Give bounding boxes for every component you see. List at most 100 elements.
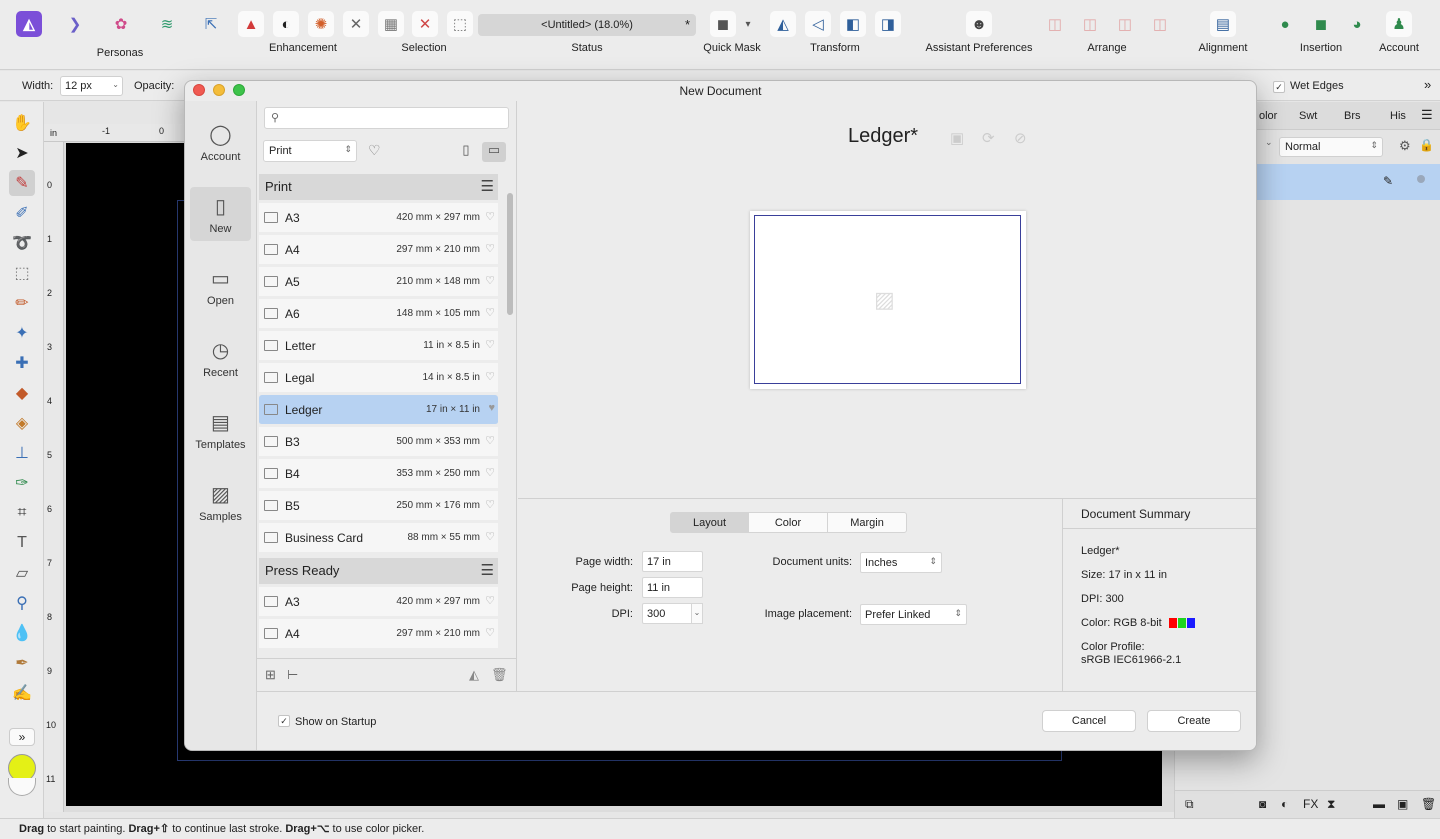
favorite-heart-icon[interactable]: ♡ bbox=[485, 210, 495, 223]
rotate-left-icon[interactable]: ◧ bbox=[840, 11, 866, 37]
marquee-icon[interactable]: ⬚ bbox=[447, 11, 473, 37]
blur-tool-icon[interactable]: 💧 bbox=[9, 620, 35, 646]
favorite-heart-icon[interactable]: ♡ bbox=[485, 370, 495, 383]
favorite-heart-icon[interactable]: ♥ bbox=[488, 402, 495, 414]
preset-row[interactable]: A4 297 mm × 210 mm ♡ bbox=[259, 235, 498, 265]
flip-horizontal-icon[interactable]: ◭ bbox=[770, 11, 796, 37]
reset-preset-icon[interactable]: ⊘ bbox=[1014, 129, 1027, 147]
account-icon[interactable]: ♟ bbox=[1386, 11, 1412, 37]
favorite-heart-icon[interactable]: ♡ bbox=[485, 274, 495, 287]
rotate-right-icon[interactable]: ◨ bbox=[875, 11, 901, 37]
preset-row[interactable]: B5 250 mm × 176 mm ♡ bbox=[259, 491, 498, 521]
lasso-tool-icon[interactable]: ➰ bbox=[9, 230, 35, 256]
expand-tools-icon[interactable]: » bbox=[9, 728, 35, 746]
selection-brush-tool-icon[interactable]: ✏ bbox=[9, 290, 35, 316]
show-on-startup-checkbox[interactable]: ✓ bbox=[278, 715, 290, 727]
crop-tool-icon[interactable]: ⌗ bbox=[9, 500, 35, 526]
paint-brush-tool-icon[interactable]: ✎ bbox=[9, 170, 35, 196]
favorites-heart-icon[interactable]: ♡ bbox=[368, 142, 381, 159]
document-status[interactable]: <Untitled> (18.0%) * bbox=[478, 14, 696, 36]
zoom-window-icon[interactable] bbox=[233, 84, 245, 96]
white-balance-icon[interactable]: ◐ bbox=[273, 11, 299, 37]
tab-margin[interactable]: Margin bbox=[827, 512, 907, 533]
page-width-field[interactable]: 17 in bbox=[642, 551, 703, 572]
dpi-field[interactable]: 300 ⌄ bbox=[642, 603, 703, 624]
add-category-icon[interactable]: ⊢ bbox=[287, 667, 298, 683]
panel-menu-icon[interactable]: ☰ bbox=[1421, 107, 1433, 123]
nav-account[interactable]: ◯ Account bbox=[190, 115, 251, 169]
assistant-icon[interactable]: ☻ bbox=[966, 11, 992, 37]
more-options-icon[interactable]: » bbox=[1424, 77, 1431, 92]
hand-tool-icon[interactable]: ✋ bbox=[9, 110, 35, 136]
gear-icon[interactable]: ⚙ bbox=[1399, 138, 1411, 154]
edit-preset-icon[interactable]: ◭ bbox=[469, 667, 479, 683]
flood-select-tool-icon[interactable]: ✦ bbox=[9, 320, 35, 346]
group-menu-icon[interactable]: ☰ bbox=[481, 561, 494, 579]
preset-row[interactable]: A3 420 mm × 297 mm ♡ bbox=[259, 203, 498, 233]
category-select[interactable]: Print ⇕ bbox=[263, 140, 357, 162]
move-tool-icon[interactable]: ➤ bbox=[9, 140, 35, 166]
image-placement-select[interactable]: Prefer Linked ⇕ bbox=[860, 604, 967, 625]
marquee-tool-icon[interactable]: ⬚ bbox=[9, 260, 35, 286]
favorite-heart-icon[interactable]: ♡ bbox=[485, 338, 495, 351]
favorite-heart-icon[interactable]: ♡ bbox=[485, 498, 495, 511]
arrange-front-icon[interactable]: ◫ bbox=[1147, 11, 1173, 37]
levels-icon[interactable]: ▲ bbox=[238, 11, 264, 37]
preset-row[interactable]: B4 353 mm × 250 mm ♡ bbox=[259, 459, 498, 489]
wet-edges-checkbox[interactable]: ✓ bbox=[1273, 81, 1285, 93]
invert-selection-icon[interactable]: ✕ bbox=[412, 11, 438, 37]
preset-row[interactable]: Letter 11 in × 8.5 in ♡ bbox=[259, 331, 498, 361]
mask-layer-icon[interactable]: ◙ bbox=[1259, 797, 1266, 811]
tab-color[interactable]: Color bbox=[748, 512, 828, 533]
portrait-orientation-icon[interactable]: ▯ bbox=[455, 142, 477, 162]
close-window-icon[interactable] bbox=[193, 84, 205, 96]
update-preset-icon[interactable]: ⟳ bbox=[982, 129, 995, 147]
healing-brush-tool-icon[interactable]: ✚ bbox=[9, 350, 35, 376]
live-filter-icon[interactable]: ⧗ bbox=[1327, 797, 1335, 812]
insert-top-icon[interactable]: ◼ bbox=[1308, 11, 1334, 37]
width-field[interactable]: 12 px ⌄ bbox=[60, 76, 123, 96]
text-tool-icon[interactable]: T bbox=[9, 530, 35, 556]
nav-templates[interactable]: ▤ Templates bbox=[190, 403, 251, 457]
flip-vertical-icon[interactable]: ◁ bbox=[805, 11, 831, 37]
alignment-icon[interactable]: ▤ bbox=[1210, 11, 1236, 37]
dpi-dropdown-icon[interactable]: ⌄ bbox=[691, 603, 703, 624]
preset-row-selected[interactable]: Ledger 17 in × 11 in ♥ bbox=[259, 395, 498, 425]
tab-swatches[interactable]: Swt bbox=[1299, 110, 1317, 122]
lock-icon[interactable]: 🔒 bbox=[1419, 138, 1434, 152]
nav-samples[interactable]: ▨ Samples bbox=[190, 475, 251, 529]
document-units-select[interactable]: Inches ⇕ bbox=[860, 552, 942, 573]
insert-behind-icon[interactable]: ● bbox=[1272, 11, 1298, 37]
color-brush-tool-icon[interactable]: ✑ bbox=[9, 470, 35, 496]
insert-inside-icon[interactable]: ◕ bbox=[1344, 11, 1370, 37]
add-pixel-layer-icon[interactable]: ▣ bbox=[1397, 797, 1408, 811]
tone-mapping-persona-icon[interactable]: ≋ bbox=[154, 11, 180, 37]
erase-brush-tool-icon[interactable]: ✐ bbox=[9, 200, 35, 226]
preset-row[interactable]: Business Card 88 mm × 55 mm ♡ bbox=[259, 523, 498, 553]
preset-row[interactable]: A4 297 mm × 210 mm ♡ bbox=[259, 619, 498, 649]
quick-mask-icon[interactable]: ◼ bbox=[710, 11, 736, 37]
photo-persona-icon[interactable]: ◭ bbox=[16, 11, 42, 37]
clone-tool-icon[interactable]: ◈ bbox=[9, 410, 35, 436]
opacity-dropdown-icon[interactable]: ⌄ bbox=[1265, 137, 1277, 157]
develop-persona-icon[interactable]: ✿ bbox=[108, 11, 134, 37]
preset-row[interactable]: A3 420 mm × 297 mm ♡ bbox=[259, 587, 498, 617]
tab-history[interactable]: His bbox=[1390, 110, 1406, 122]
minimize-window-icon[interactable] bbox=[213, 84, 225, 96]
nav-open[interactable]: ▭ Open bbox=[190, 259, 251, 313]
tab-color[interactable]: olor bbox=[1259, 110, 1277, 122]
export-persona-icon[interactable]: ⇱ bbox=[198, 11, 224, 37]
delete-layer-icon[interactable]: 🗑 bbox=[1421, 797, 1436, 811]
favorite-heart-icon[interactable]: ♡ bbox=[485, 306, 495, 319]
liquify-persona-icon[interactable]: ❯ bbox=[62, 11, 88, 37]
layers-options-icon[interactable]: ⧉ bbox=[1185, 797, 1194, 812]
color-picker-tool-icon[interactable]: ✒ bbox=[9, 650, 35, 676]
group-menu-icon[interactable]: ☰ bbox=[481, 177, 494, 195]
fill-tool-icon[interactable]: ◆ bbox=[9, 380, 35, 406]
create-button[interactable]: Create bbox=[1147, 710, 1241, 732]
preset-row[interactable]: A6 148 mm × 105 mm ♡ bbox=[259, 299, 498, 329]
fx-icon[interactable]: FX bbox=[1303, 797, 1318, 811]
favorite-heart-icon[interactable]: ♡ bbox=[485, 434, 495, 447]
nav-new[interactable]: ▯ New bbox=[190, 187, 251, 241]
tab-brushes[interactable]: Brs bbox=[1344, 110, 1361, 122]
